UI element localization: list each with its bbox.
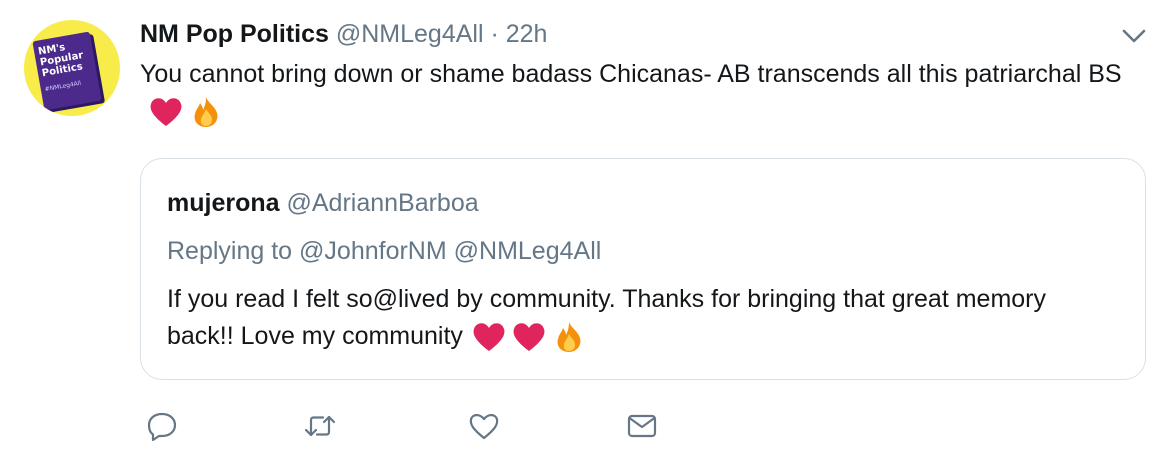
quoted-tweet-text: If you read I felt so@lived by community…: [167, 281, 1117, 355]
avatar-logo: NM's Popular Politics #NMLeg4All: [32, 31, 102, 111]
envelope-icon: [627, 414, 657, 438]
avatar-logo-tag: #NMLeg4All: [44, 79, 82, 94]
red-heart-icon: [150, 98, 182, 127]
replying-to-handle: @JohnforNM: [299, 237, 447, 265]
replying-to-label: Replying to: [167, 237, 293, 265]
fire-icon: [557, 322, 581, 353]
quoted-tweet[interactable]: mujerona @AdriannBarboa Replying to @Joh…: [140, 158, 1146, 380]
retweet-button[interactable]: [298, 404, 342, 448]
avatar[interactable]: NM's Popular Politics #NMLeg4All: [24, 20, 120, 116]
tweet-actions: [140, 404, 700, 448]
display-name[interactable]: NM Pop Politics: [140, 20, 329, 48]
user-handle[interactable]: @NMLeg4All: [336, 20, 484, 48]
reply-button[interactable]: [140, 404, 184, 448]
timestamp[interactable]: 22h: [506, 20, 548, 48]
quoted-tweet-header: mujerona @AdriannBarboa: [167, 187, 479, 219]
replying-to-line: Replying to @JohnforNM @NMLeg4All: [167, 235, 601, 267]
quoted-display-name: mujerona: [167, 189, 280, 217]
tweet-text: You cannot bring down or shame badass Ch…: [140, 56, 1140, 130]
replying-to-handle: @NMLeg4All: [453, 237, 602, 265]
heart-icon: [469, 414, 499, 440]
chevron-down-icon[interactable]: [1120, 26, 1148, 46]
like-button[interactable]: [462, 404, 506, 448]
tweet-text-content: You cannot bring down or shame badass Ch…: [140, 60, 1122, 88]
separator-dot: ·: [490, 20, 499, 48]
reply-icon: [147, 412, 177, 442]
red-heart-icon: [513, 323, 545, 352]
tweet[interactable]: NM's Popular Politics #NMLeg4All NM Pop …: [0, 0, 1166, 460]
fire-icon: [194, 97, 218, 128]
red-heart-icon: [473, 323, 505, 352]
direct-message-button[interactable]: [620, 404, 664, 448]
quoted-tweet-text-content: If you read I felt so@lived by community…: [167, 285, 1047, 350]
quoted-user-handle: @AdriannBarboa: [286, 189, 479, 217]
retweet-icon: [304, 415, 336, 437]
tweet-header: NM Pop Politics @NMLeg4All · 22h: [140, 18, 547, 50]
